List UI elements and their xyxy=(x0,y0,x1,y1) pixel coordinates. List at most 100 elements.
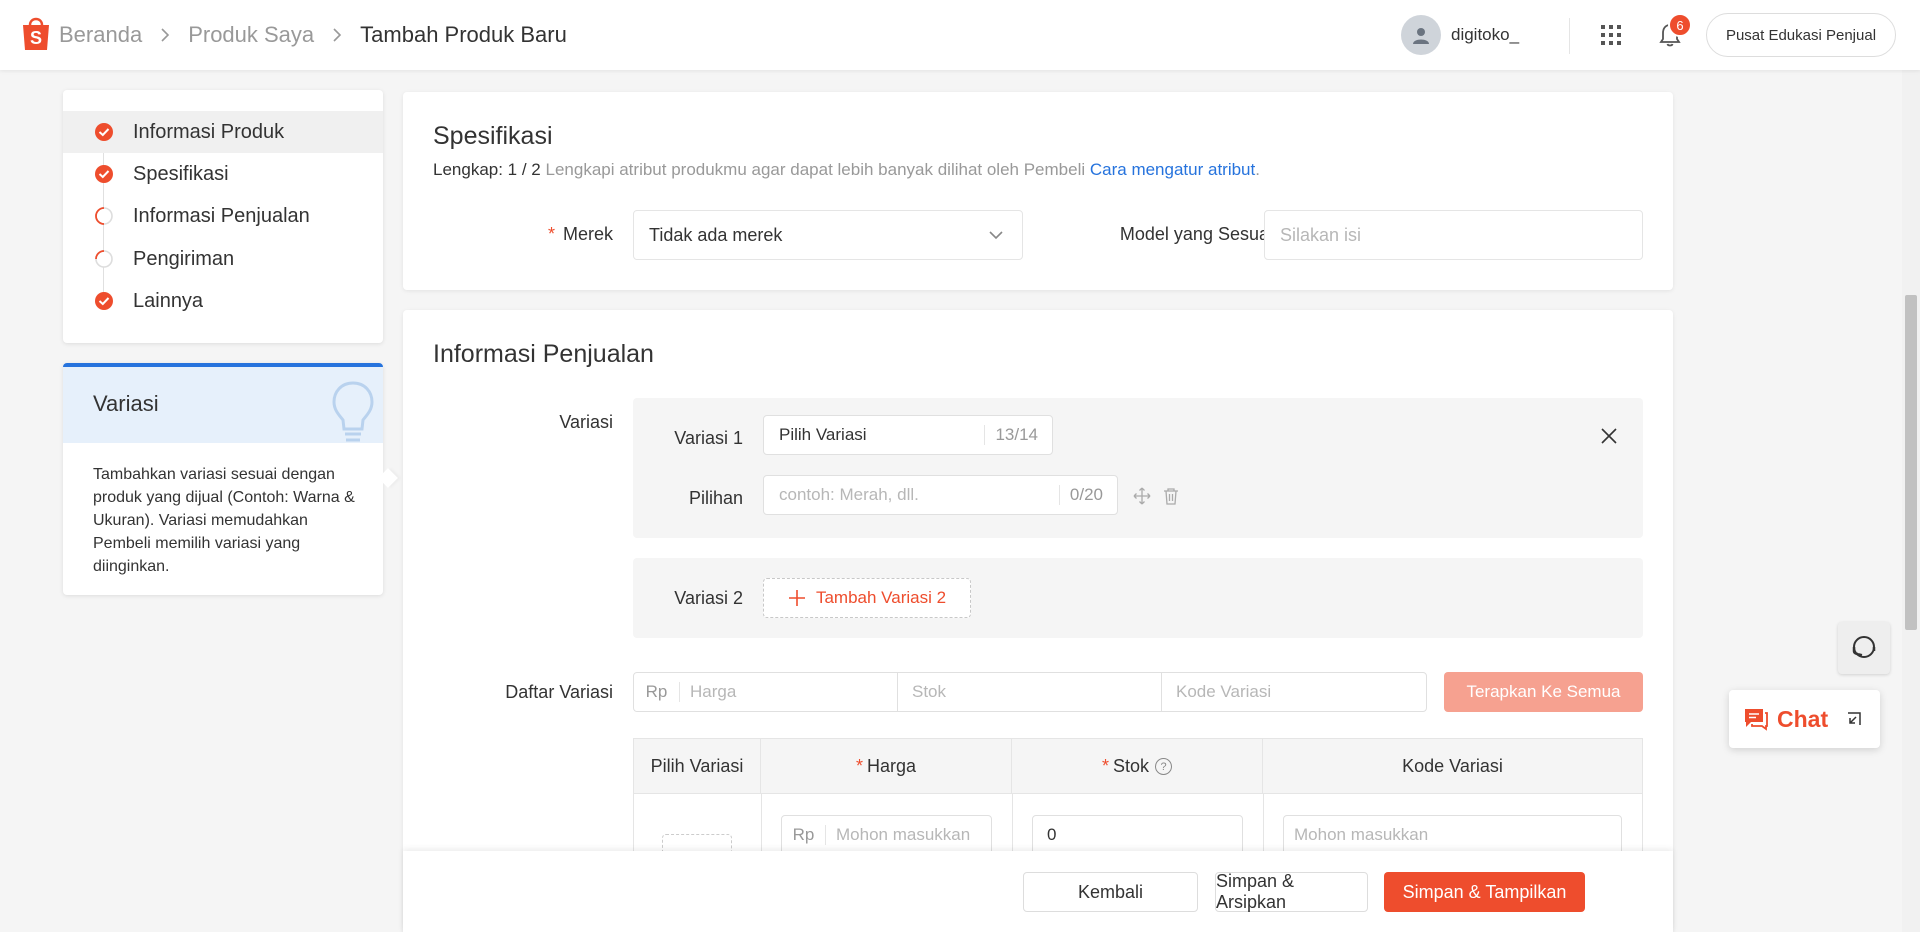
chat-button[interactable]: Chat xyxy=(1729,690,1880,748)
bulk-sku-input[interactable]: Kode Variasi xyxy=(1162,673,1426,711)
chevron-right-icon xyxy=(161,28,170,42)
partial-progress-icon xyxy=(95,250,113,268)
row-price-input[interactable]: Rp Mohon masukkan xyxy=(781,815,992,855)
kode-placeholder: Kode Variasi xyxy=(1176,682,1272,701)
merek-value: Tidak ada merek xyxy=(649,224,783,245)
chat-label: Chat xyxy=(1777,705,1829,732)
seller-education-button[interactable]: Pusat Edukasi Penjual xyxy=(1706,13,1896,57)
close-icon[interactable] xyxy=(1601,428,1617,444)
variasi-2-box: Variasi 2 Tambah Variasi 2 xyxy=(633,558,1643,638)
row-stock-input[interactable]: 0 xyxy=(1032,815,1243,855)
row-sku-input[interactable]: Mohon masukkan xyxy=(1283,815,1622,855)
bulk-price-input[interactable]: Rp Harga xyxy=(634,673,898,711)
col-harga: * Harga xyxy=(761,739,1012,794)
page-scrollbar[interactable] xyxy=(1902,70,1920,932)
user-menu[interactable]: digitoko_ xyxy=(1401,15,1519,55)
nav-label: Informasi Produk xyxy=(133,120,285,143)
col-kode-variasi: Kode Variasi xyxy=(1263,739,1642,794)
variasi-1-value: Pilih Variasi xyxy=(779,425,867,444)
nav-item-lainnya[interactable]: Lainnya xyxy=(63,280,383,322)
apply-to-all-button[interactable]: Terapkan Ke Semua xyxy=(1444,672,1643,712)
variasi-1-name-input[interactable]: Pilih Variasi 13/14 xyxy=(763,415,1053,455)
top-header: S Beranda Produk Saya Tambah Produk Baru… xyxy=(0,0,1920,70)
variasi-1-label: Variasi 1 xyxy=(674,428,743,448)
row-stock-value: 0 xyxy=(1047,825,1057,844)
col-label: Pilih Variasi xyxy=(650,756,744,776)
breadcrumb-current: Tambah Produk Baru xyxy=(360,22,567,47)
partial-progress-icon xyxy=(95,207,113,225)
bulk-stock-input[interactable]: Stok xyxy=(898,673,1162,711)
check-circle-icon xyxy=(95,292,113,310)
user-icon xyxy=(1413,28,1429,44)
currency-prefix: Rp xyxy=(782,825,826,845)
nav-label: Pengiriman xyxy=(133,247,235,270)
chat-bubble-icon xyxy=(1745,709,1768,731)
nav-label: Informasi Penjualan xyxy=(133,204,310,227)
support-button[interactable] xyxy=(1838,622,1890,674)
nav-item-pengiriman[interactable]: Pengiriman xyxy=(63,238,383,280)
section-title: Spesifikasi xyxy=(433,122,553,150)
plus-icon xyxy=(788,590,805,606)
informasi-penjualan-section: Informasi Penjualan Variasi Variasi 1 Pi… xyxy=(403,310,1673,932)
add-variasi-2-button[interactable]: Tambah Variasi 2 xyxy=(763,578,971,618)
trash-icon[interactable] xyxy=(1163,487,1179,505)
expand-window-icon[interactable] xyxy=(1846,711,1862,727)
variasi-label: Variasi xyxy=(559,412,613,432)
variasi-1-box: Variasi 1 Pilih Variasi 13/14 Pilihan co… xyxy=(633,398,1643,538)
model-placeholder: Silakan isi xyxy=(1280,224,1362,245)
save-archive-button[interactable]: Simpan & Arsipkan xyxy=(1215,871,1368,912)
attribute-help-link[interactable]: Cara mengatur atribut xyxy=(1090,160,1255,179)
nav-item-informasi-produk[interactable]: Informasi Produk xyxy=(63,111,383,153)
col-pilih-variasi: Pilih Variasi xyxy=(634,739,761,794)
avatar[interactable] xyxy=(1401,15,1441,55)
model-input[interactable]: Silakan isi xyxy=(1264,210,1643,260)
model-label: Model yang Sesuai xyxy=(1119,224,1273,244)
spec-hint: Lengkapi atribut produkmu agar dapat leb… xyxy=(545,160,1086,179)
headset-icon xyxy=(1852,636,1876,658)
complete-label: Lengkap: 1 / 2 xyxy=(433,160,541,179)
breadcrumb: Beranda Produk Saya Tambah Produk Baru xyxy=(59,22,567,48)
save-publish-button[interactable]: Simpan & Tampilkan xyxy=(1384,872,1585,912)
breadcrumb-products[interactable]: Produk Saya xyxy=(188,22,314,48)
merek-label-text: Merek xyxy=(562,224,613,244)
scroll-thumb[interactable] xyxy=(1905,295,1917,630)
row-price-placeholder: Mohon masukkan xyxy=(836,825,971,844)
svg-text:S: S xyxy=(30,28,42,48)
breadcrumb-home[interactable]: Beranda xyxy=(59,22,142,48)
pilihan-label: Pilihan xyxy=(688,488,743,508)
required-marker: * xyxy=(1101,756,1109,776)
chevron-down-icon xyxy=(989,231,1003,240)
apps-grid-icon[interactable] xyxy=(1600,24,1622,46)
check-circle-icon xyxy=(95,123,113,141)
col-label: Stok xyxy=(1112,756,1150,776)
spesifikasi-section: Spesifikasi Lengkap: 1 / 2 Lengkapi atri… xyxy=(403,92,1673,290)
char-counter: 0/20 xyxy=(1058,485,1103,505)
tip-text: Tambahkan variasi sesuai dengan produk y… xyxy=(93,466,355,575)
tip-header: Variasi xyxy=(63,363,383,443)
harga-placeholder: Harga xyxy=(690,682,737,701)
add-variasi-2-label: Tambah Variasi 2 xyxy=(815,588,947,607)
notification-badge[interactable]: 6 xyxy=(1668,13,1692,37)
back-button[interactable]: Kembali xyxy=(1023,872,1198,912)
drag-move-icon[interactable] xyxy=(1133,487,1151,505)
pilihan-placeholder: contoh: Merah, dll. xyxy=(779,485,919,504)
shopee-logo-icon[interactable]: S xyxy=(20,14,52,52)
table-header: Pilih Variasi * Harga * Stok? Kode Variasi xyxy=(634,739,1642,794)
merek-select[interactable]: Tidak ada merek xyxy=(633,210,1023,260)
link-suffix: . xyxy=(1255,160,1260,179)
pilihan-input[interactable]: contoh: Merah, dll. 0/20 xyxy=(763,475,1118,515)
required-marker: * xyxy=(547,224,555,244)
bottom-action-bar: Kembali Simpan & Arsipkan Simpan & Tampi… xyxy=(403,851,1673,932)
stok-placeholder: Stok xyxy=(912,682,947,701)
nav-item-spesifikasi[interactable]: Spesifikasi xyxy=(63,153,383,195)
tip-title: Variasi xyxy=(93,391,159,416)
tip-pointer xyxy=(378,468,398,488)
username[interactable]: digitoko_ xyxy=(1451,25,1519,45)
char-counter: 13/14 xyxy=(984,425,1038,445)
tip-card: Variasi Tambahkan variasi sesuai dengan … xyxy=(63,363,398,595)
nav-item-informasi-penjualan[interactable]: Informasi Penjualan xyxy=(63,195,383,237)
nav-label: Spesifikasi xyxy=(133,162,229,185)
col-label: Kode Variasi xyxy=(1402,756,1503,776)
section-nav: Informasi Produk Spesifikasi Informasi P… xyxy=(63,90,383,343)
help-icon[interactable]: ? xyxy=(1155,758,1173,775)
